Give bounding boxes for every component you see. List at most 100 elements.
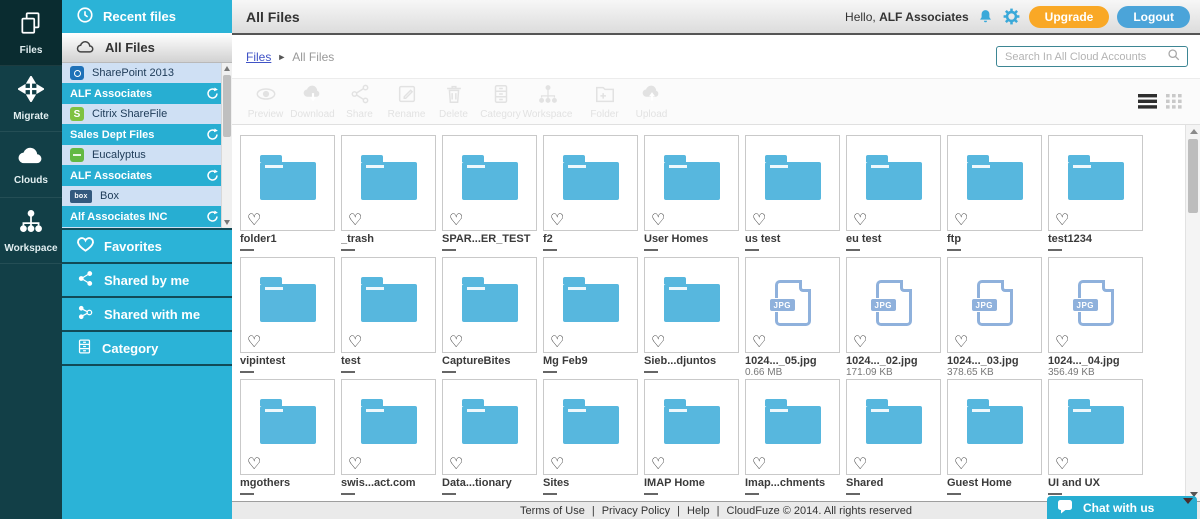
terms-of-use-link[interactable]: Terms of Use xyxy=(520,505,585,517)
upgrade-button[interactable]: Upgrade xyxy=(1028,5,1110,28)
share-button[interactable]: Share xyxy=(336,83,383,120)
sync-icon[interactable] xyxy=(206,128,219,141)
file-card[interactable]: JPG ♡ 1024..._04.jpg 356.49 KB xyxy=(1048,257,1143,384)
favorite-heart-icon[interactable]: ♡ xyxy=(853,213,867,229)
favorite-heart-icon[interactable]: ♡ xyxy=(752,335,766,351)
favorite-heart-icon[interactable]: ♡ xyxy=(247,213,261,229)
sidebar-item-all-files[interactable]: All Files xyxy=(62,33,232,63)
favorite-heart-icon[interactable]: ♡ xyxy=(651,335,665,351)
favorite-heart-icon[interactable]: ♡ xyxy=(247,335,261,351)
grid-view-icon[interactable] xyxy=(1166,94,1182,109)
file-card[interactable]: ♡ Imap...chments xyxy=(745,379,840,498)
scrollbar-thumb[interactable] xyxy=(1188,139,1198,213)
file-card[interactable]: ♡ us test xyxy=(745,135,840,254)
rail-item-migrate[interactable]: Migrate xyxy=(0,66,62,132)
file-card[interactable]: ♡ Data...tionary xyxy=(442,379,537,498)
file-card[interactable]: ♡ Sieb...djuntos xyxy=(644,257,739,376)
rename-button[interactable]: Rename xyxy=(383,83,430,120)
account-provider-row[interactable]: SharePoint 2013 xyxy=(62,63,232,83)
favorite-heart-icon[interactable]: ♡ xyxy=(449,457,463,473)
scroll-up-arrow-icon[interactable] xyxy=(224,66,230,71)
sidebar-item-recent-files[interactable]: Recent files xyxy=(62,0,232,33)
sidebar-item-category[interactable]: Category xyxy=(62,330,232,364)
favorite-heart-icon[interactable]: ♡ xyxy=(348,335,362,351)
chat-with-us-button[interactable]: Chat with us xyxy=(1047,496,1197,519)
favorite-heart-icon[interactable]: ♡ xyxy=(651,213,665,229)
account-name-row[interactable]: Sales Dept Files xyxy=(62,124,232,145)
favorite-heart-icon[interactable]: ♡ xyxy=(853,457,867,473)
scroll-down-arrow-icon[interactable] xyxy=(224,220,230,225)
file-card[interactable]: ♡ IMAP Home xyxy=(644,379,739,498)
file-card[interactable]: ♡ folder1 xyxy=(240,135,335,254)
favorite-heart-icon[interactable]: ♡ xyxy=(752,213,766,229)
favorite-heart-icon[interactable]: ♡ xyxy=(449,335,463,351)
search-input[interactable] xyxy=(1005,50,1167,63)
privacy-policy-link[interactable]: Privacy Policy xyxy=(602,505,670,517)
file-card[interactable]: ♡ Mg Feb9 xyxy=(543,257,638,376)
download-button[interactable]: Download xyxy=(289,83,336,120)
scroll-up-arrow-icon[interactable] xyxy=(1189,129,1198,134)
file-card[interactable]: ♡ f2 xyxy=(543,135,638,254)
favorite-heart-icon[interactable]: ♡ xyxy=(348,213,362,229)
file-card[interactable]: ♡ Guest Home xyxy=(947,379,1042,498)
favorite-heart-icon[interactable]: ♡ xyxy=(550,213,564,229)
favorite-heart-icon[interactable]: ♡ xyxy=(550,335,564,351)
settings-gear-icon[interactable] xyxy=(1002,7,1021,26)
accounts-scrollbar[interactable] xyxy=(221,63,232,228)
account-name-row[interactable]: ALF Associates xyxy=(62,83,232,104)
account-provider-row[interactable]: S Citrix ShareFile xyxy=(62,104,232,124)
favorite-heart-icon[interactable]: ♡ xyxy=(1055,213,1069,229)
new-folder-button[interactable]: Folder xyxy=(581,83,628,120)
favorite-heart-icon[interactable]: ♡ xyxy=(247,457,261,473)
delete-button[interactable]: Delete xyxy=(430,83,477,120)
favorite-heart-icon[interactable]: ♡ xyxy=(853,335,867,351)
file-card[interactable]: ♡ eu test xyxy=(846,135,941,254)
category-button[interactable]: Category xyxy=(477,83,524,120)
file-card[interactable]: ♡ _trash xyxy=(341,135,436,254)
rail-item-workspace[interactable]: Workspace xyxy=(0,198,62,264)
file-card[interactable]: ♡ Shared xyxy=(846,379,941,498)
file-card[interactable]: JPG ♡ 1024..._02.jpg 171.09 KB xyxy=(846,257,941,384)
favorite-heart-icon[interactable]: ♡ xyxy=(954,457,968,473)
upload-button[interactable]: Upload xyxy=(628,83,675,120)
favorite-heart-icon[interactable]: ♡ xyxy=(954,213,968,229)
file-card[interactable]: JPG ♡ 1024..._03.jpg 378.65 KB xyxy=(947,257,1042,384)
list-view-icon[interactable] xyxy=(1138,94,1157,109)
workspace-button[interactable]: Workspace xyxy=(523,83,572,120)
file-card[interactable]: ♡ User Homes xyxy=(644,135,739,254)
chat-collapse-arrow-icon[interactable] xyxy=(1183,498,1193,504)
help-link[interactable]: Help xyxy=(687,505,710,517)
file-card[interactable]: ♡ swis...act.com xyxy=(341,379,436,498)
account-provider-row[interactable]: Eucalyptus xyxy=(62,145,232,165)
file-card[interactable]: ♡ UI and UX xyxy=(1048,379,1143,498)
search-icon[interactable] xyxy=(1167,48,1180,66)
favorite-heart-icon[interactable]: ♡ xyxy=(348,457,362,473)
sync-icon[interactable] xyxy=(206,210,219,223)
sidebar-item-shared-by-me[interactable]: Shared by me xyxy=(62,262,232,296)
sync-icon[interactable] xyxy=(206,169,219,182)
file-card[interactable]: ♡ test1234 xyxy=(1048,135,1143,254)
file-card[interactable]: ♡ CaptureBites xyxy=(442,257,537,376)
sidebar-item-favorites[interactable]: Favorites xyxy=(62,228,232,262)
account-name-row[interactable]: Alf Associates INC xyxy=(62,206,232,227)
favorite-heart-icon[interactable]: ♡ xyxy=(1055,457,1069,473)
notifications-bell-icon[interactable] xyxy=(977,8,994,25)
account-provider-row[interactable]: box Box xyxy=(62,186,232,206)
favorite-heart-icon[interactable]: ♡ xyxy=(651,457,665,473)
file-card[interactable]: ♡ test xyxy=(341,257,436,376)
account-name-row[interactable]: ALF Associates xyxy=(62,165,232,186)
file-card[interactable]: ♡ mgothers xyxy=(240,379,335,498)
rail-item-clouds[interactable]: Clouds xyxy=(0,132,62,198)
content-scrollbar[interactable] xyxy=(1185,125,1200,501)
breadcrumb-root-link[interactable]: Files xyxy=(246,50,271,64)
file-card[interactable]: ♡ SPAR...ER_TEST xyxy=(442,135,537,254)
scrollbar-thumb[interactable] xyxy=(223,75,231,137)
preview-button[interactable]: Preview xyxy=(242,83,289,120)
logout-button[interactable]: Logout xyxy=(1117,5,1190,28)
sidebar-item-shared-with-me[interactable]: Shared with me xyxy=(62,296,232,330)
file-card[interactable]: ♡ vipintest xyxy=(240,257,335,376)
favorite-heart-icon[interactable]: ♡ xyxy=(550,457,564,473)
favorite-heart-icon[interactable]: ♡ xyxy=(752,457,766,473)
sync-icon[interactable] xyxy=(206,87,219,100)
rail-item-files[interactable]: Files xyxy=(0,0,62,66)
